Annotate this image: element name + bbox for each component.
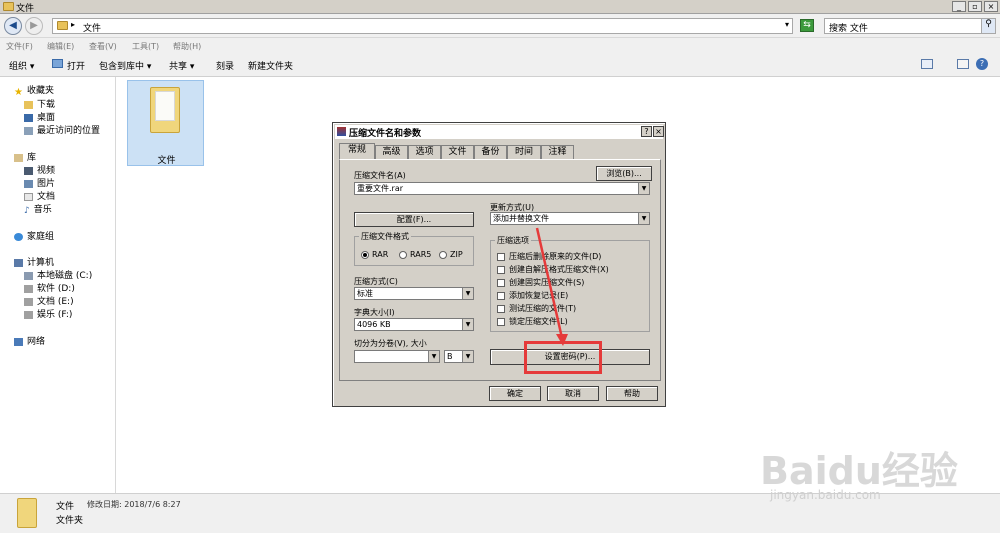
annotation-arrow-icon: [535, 227, 568, 346]
annotation-highlight-box: [524, 341, 602, 374]
